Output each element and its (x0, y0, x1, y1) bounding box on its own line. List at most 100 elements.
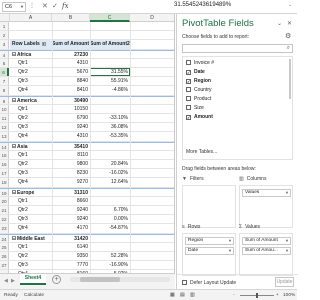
row-header[interactable]: 5 (0, 58, 9, 67)
field-item[interactable]: ✓ Date (186, 69, 205, 77)
quarter-label-cell[interactable]: Qtr4 (10, 178, 52, 186)
quarter-label-cell[interactable]: Qtr1 (10, 105, 52, 113)
amount-cell[interactable]: 9800 (52, 160, 90, 168)
row-header[interactable]: 24 (0, 234, 9, 242)
quarter-label-cell[interactable]: Qtr4 (10, 224, 52, 232)
amount-cell[interactable]: 30490 (52, 97, 90, 104)
pct-change-cell[interactable]: -4.86% (90, 86, 130, 94)
row-header[interactable]: 11 (0, 114, 9, 123)
quarter-label-cell[interactable]: Qtr3 (10, 169, 52, 177)
collapse-icon[interactable]: − (12, 235, 16, 240)
checkbox[interactable] (186, 96, 191, 101)
row-header[interactable]: 6 (0, 68, 9, 77)
quarter-label-cell[interactable]: Qtr2 (10, 206, 52, 214)
amount-cell[interactable]: 27230 (52, 51, 90, 58)
amount-cell[interactable]: 35410 (52, 143, 90, 150)
pct-change-cell[interactable] (90, 51, 130, 58)
chevron-down-icon[interactable]: ▼ (20, 3, 24, 11)
pct-change-cell[interactable]: -16.90% (90, 261, 130, 269)
row-header[interactable]: 23 (0, 224, 9, 233)
pct-change-cell[interactable] (90, 151, 130, 159)
rows-field-date[interactable]: Date ▼ (185, 247, 234, 255)
checkbox[interactable] (186, 60, 191, 65)
rows-drop-zone[interactable]: Region ▼ Date ▼ (182, 233, 236, 276)
close-icon[interactable]: ✕ (287, 20, 292, 27)
scrollbar-thumb[interactable] (80, 277, 120, 282)
amount-cell[interactable]: 6790 (52, 114, 90, 122)
row-header[interactable]: 25 (0, 242, 9, 251)
amount-cell[interactable]: 5670 (52, 68, 90, 76)
collapse-icon[interactable]: − (12, 143, 16, 148)
page-layout-icon[interactable]: ▤ (180, 293, 185, 298)
chevron-down-icon[interactable]: ▼ (285, 190, 289, 196)
region-label-cell[interactable]: − Europe (10, 189, 52, 196)
amount-cell[interactable]: 4310 (52, 59, 90, 67)
defer-checkbox[interactable] (182, 280, 187, 285)
formula-input[interactable]: 31.5545243619489% (174, 2, 231, 8)
amount-cell[interactable]: 31310 (52, 189, 90, 196)
selected-cell[interactable]: 31.55% (90, 68, 130, 77)
quarter-label-cell[interactable]: Qtr3 (10, 77, 52, 85)
pct-change-cell[interactable]: 36.08% (90, 123, 130, 131)
quarter-label-cell[interactable]: Qtr3 (10, 123, 52, 131)
zoom-in-button[interactable]: + (276, 293, 279, 298)
row-header[interactable]: 7 (0, 77, 9, 86)
quarter-label-cell[interactable]: Qtr1 (10, 243, 52, 251)
row-header[interactable]: 22 (0, 215, 9, 224)
column-header-c[interactable]: C (90, 14, 130, 22)
values-field-sum-amount2[interactable]: Sum of Amou... ▼ (242, 247, 291, 255)
chevron-down-icon[interactable]: ▼ (228, 238, 232, 244)
pct-change-cell[interactable] (90, 97, 130, 104)
filters-area[interactable]: ▼ Filters (182, 176, 236, 228)
row-header[interactable]: 20 (0, 196, 9, 205)
quarter-label-cell[interactable]: Qtr2 (10, 68, 52, 76)
add-sheet-button[interactable]: + (52, 275, 61, 284)
amount-cell[interactable]: 31420 (52, 235, 90, 242)
column-header-a[interactable]: A (10, 14, 52, 22)
columns-drop-zone[interactable]: Values ▼ (239, 185, 293, 228)
pct-change-cell[interactable]: -53.35% (90, 132, 130, 140)
region-label-cell[interactable]: − Middle East (10, 235, 52, 242)
row-header[interactable]: 16 (0, 160, 9, 169)
column-header-b[interactable]: B (52, 14, 90, 22)
pct-change-cell[interactable]: 52.28% (90, 252, 130, 260)
pct-change-cell[interactable]: 0.00% (90, 215, 130, 223)
row-header[interactable]: 17 (0, 169, 9, 178)
chevron-down-icon[interactable]: ▼ (285, 238, 289, 244)
amount-cell[interactable]: 8840 (52, 77, 90, 85)
amount-cell[interactable]: 8660 (52, 197, 90, 205)
row-header[interactable]: 14 (0, 142, 9, 150)
enter-icon[interactable]: ✓ (52, 2, 58, 10)
row-header[interactable]: 4 (0, 50, 9, 58)
quarter-label-cell[interactable]: Qtr1 (10, 59, 52, 67)
quarter-label-cell[interactable]: Qtr3 (10, 215, 52, 223)
collapse-icon[interactable]: − (12, 189, 16, 194)
more-icon[interactable]: ⋮ (29, 2, 35, 9)
name-box[interactable]: C6 ▼ (2, 2, 26, 12)
pct-change-cell[interactable]: 20.84% (90, 160, 130, 168)
checked-checkbox[interactable]: ✓ (186, 115, 191, 120)
quarter-label-cell[interactable]: Qtr2 (10, 160, 52, 168)
quarter-label-cell[interactable]: Qtr4 (10, 86, 52, 94)
pct-change-cell[interactable] (90, 59, 130, 67)
field-item[interactable]: Invoice # (186, 60, 214, 68)
pane-options-chevron-icon[interactable]: ⌄ (277, 20, 282, 27)
pct-change-cell[interactable] (90, 143, 130, 150)
pct-change-cell[interactable]: 12.64% (90, 178, 130, 186)
checked-checkbox[interactable]: ✓ (186, 79, 191, 84)
row-header[interactable]: 21 (0, 206, 9, 215)
zoom-level[interactable]: 100% (283, 293, 295, 298)
checkbox[interactable] (186, 87, 191, 92)
collapse-icon[interactable]: − (12, 97, 16, 102)
quarter-label-cell[interactable]: Qtr4 (10, 132, 52, 140)
amount-cell[interactable]: 9350 (52, 252, 90, 260)
pct-change-cell[interactable]: -33.10% (90, 114, 130, 122)
values-area[interactable]: Σ Values Sum of Amount ▼ Sum of Amou... ▼ (239, 224, 293, 276)
amount-cell[interactable]: 9240 (52, 123, 90, 131)
quarter-label-cell[interactable]: Qtr1 (10, 151, 52, 159)
expand-formula-icon[interactable]: ⌄ (288, 2, 292, 8)
pct-change-cell[interactable] (90, 189, 130, 196)
pct-change-cell[interactable]: -54.87% (90, 224, 130, 232)
checkbox[interactable] (186, 105, 191, 110)
values-drop-zone[interactable]: Sum of Amount ▼ Sum of Amou... ▼ (239, 233, 293, 276)
